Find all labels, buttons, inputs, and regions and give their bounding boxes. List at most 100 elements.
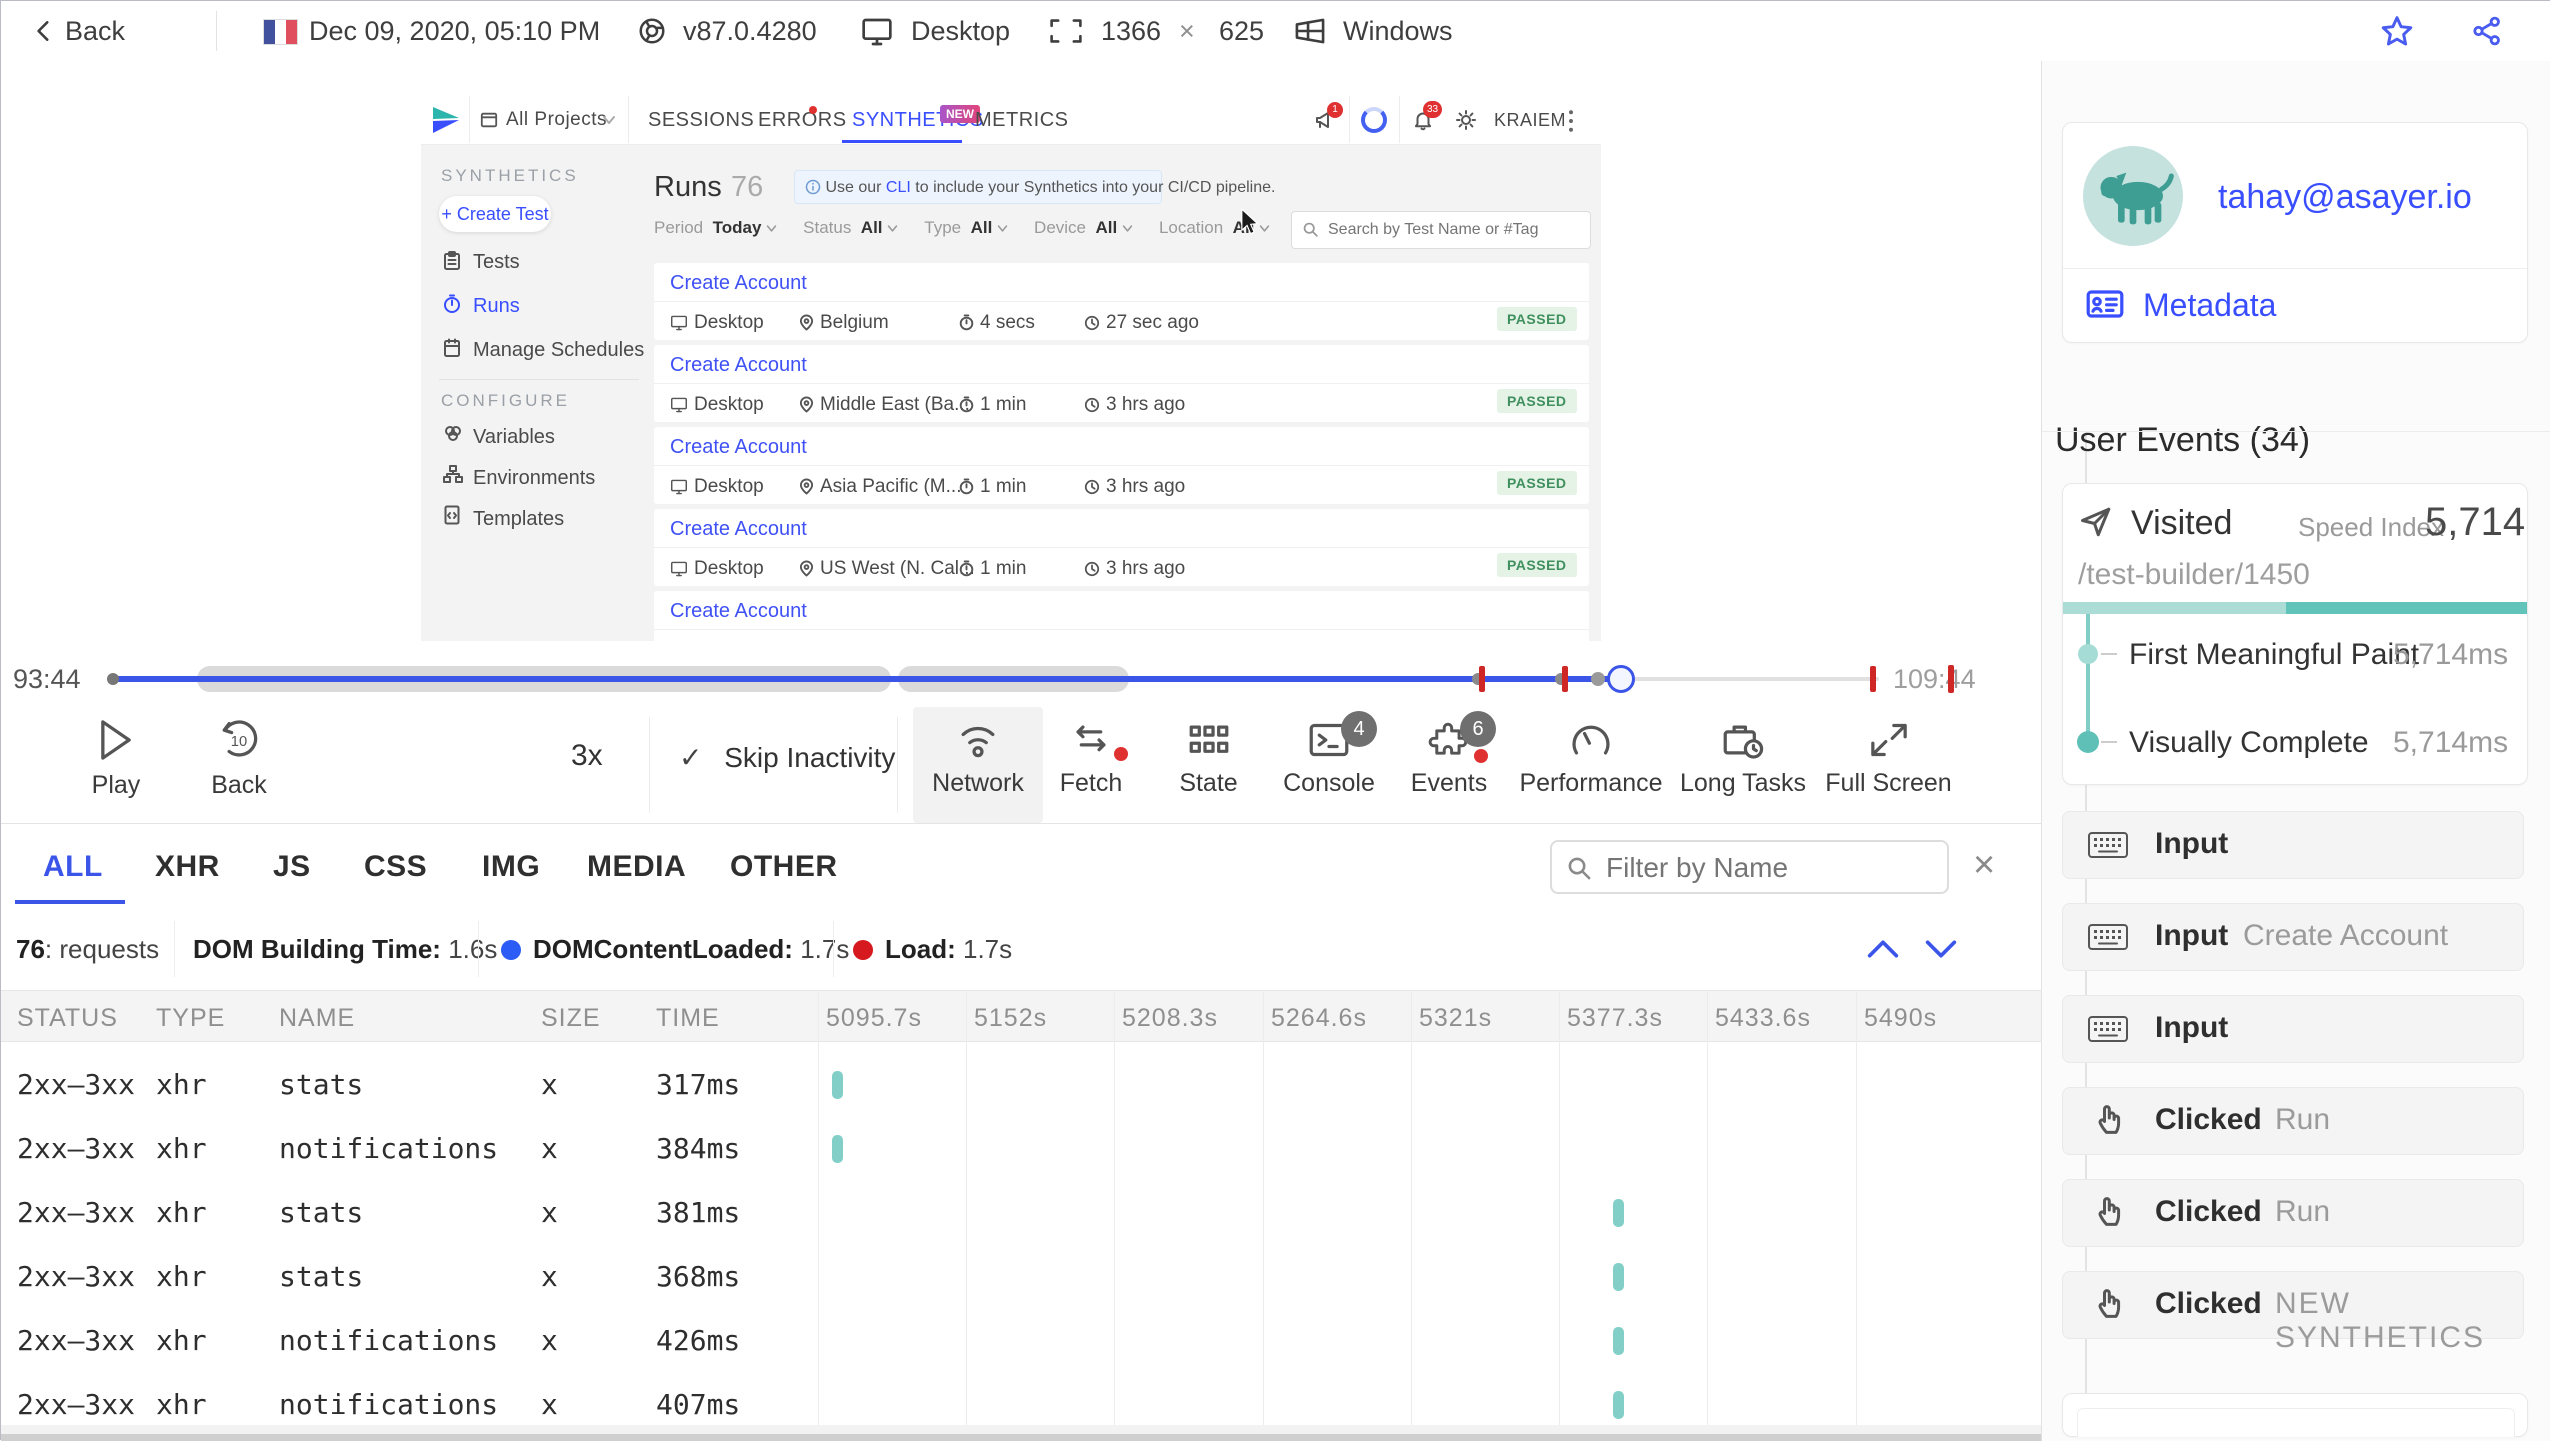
test-search-box[interactable]	[1291, 211, 1591, 249]
project-selector[interactable]: All Projects	[469, 96, 629, 143]
tab-metrics[interactable]: METRICS	[975, 96, 1069, 144]
back-10s-button[interactable]: 10 Back	[199, 717, 279, 800]
load-time: Load: 1.7s	[885, 934, 1013, 964]
run-test-name[interactable]: Create Account	[654, 427, 1589, 459]
jump-down-icon[interactable]	[1921, 933, 1961, 965]
close-panel-icon[interactable]: ×	[1973, 844, 1995, 887]
playback-timeline[interactable]: 93:44 109:44	[1, 651, 2041, 707]
filter-status[interactable]: Status All	[803, 218, 898, 238]
req-name: stats	[279, 1260, 364, 1293]
network-request-row[interactable]: 2xx–3xx xhr stats x 368ms	[1, 1245, 2041, 1309]
user-email-link[interactable]: tahay@asayer.io	[2218, 178, 2472, 217]
play-button[interactable]: Play	[81, 717, 151, 800]
panel-button-fetch[interactable]: Fetch	[1036, 719, 1146, 798]
req-size: x	[541, 1132, 558, 1165]
run-card[interactable]: Create Account Desktop Middle East (Ba..…	[654, 345, 1589, 422]
net-tab-all[interactable]: ALL	[43, 850, 103, 884]
event-item-clicked[interactable]: Clicked NEW SYNTHETICS	[2062, 1271, 2524, 1354]
panel-button-network[interactable]: Network	[913, 707, 1043, 823]
event-item-input[interactable]: Input	[2062, 811, 2524, 879]
more-options-icon[interactable]	[1567, 109, 1575, 133]
sidebar-item-variables[interactable]: Variables	[473, 426, 555, 449]
run-test-name[interactable]: Create Account	[654, 345, 1589, 377]
sidebar-item-manage-schedules[interactable]: Manage Schedules	[473, 339, 644, 362]
skip-inactivity-toggle[interactable]: ✓ Skip Inactivity	[679, 741, 895, 774]
network-filter-box[interactable]	[1550, 840, 1949, 894]
panel-button-console[interactable]: 4 Console	[1269, 711, 1389, 798]
net-tab-css[interactable]: CSS	[364, 850, 427, 884]
issue-marker[interactable]	[1479, 666, 1485, 692]
run-test-name[interactable]: Create Account	[654, 509, 1589, 541]
back-chevron-icon[interactable]	[31, 18, 57, 44]
run-card[interactable]: Create Account Desktop Belgium 4 secs 27…	[654, 263, 1589, 340]
animal-avatar-icon	[2100, 172, 2174, 225]
notifications-bell-icon[interactable]: 33	[1411, 101, 1442, 132]
metric-connector	[2086, 614, 2090, 742]
filter-period[interactable]: Period Today	[654, 218, 777, 238]
sidebar-item-tests[interactable]: Tests	[473, 251, 520, 274]
visited-event-card[interactable]: Visited Speed Index 5,714 /test-builder/…	[2062, 483, 2528, 785]
net-tab-other[interactable]: OTHER	[730, 850, 838, 884]
col-size: SIZE	[541, 1004, 601, 1032]
run-test-name[interactable]: Create Account	[654, 591, 1589, 623]
issue-marker[interactable]	[1870, 666, 1876, 692]
filter-type[interactable]: Type All	[924, 218, 1008, 238]
net-tab-img[interactable]: IMG	[482, 850, 540, 884]
run-card[interactable]: Create Account Desktop Asia Pacific (M..…	[654, 427, 1589, 504]
event-marker-dot[interactable]	[1591, 672, 1605, 686]
keyboard-icon	[2088, 832, 2128, 858]
panel-button-state[interactable]: State	[1156, 719, 1261, 798]
full-screen-icon	[1870, 723, 1907, 757]
net-tab-js[interactable]: JS	[273, 850, 311, 884]
req-status: 2xx–3xx	[17, 1196, 136, 1229]
announcements-icon[interactable]: 1	[1313, 102, 1343, 132]
jump-up-icon[interactable]	[1863, 933, 1903, 965]
event-item-clicked[interactable]: Clicked Run	[2062, 1179, 2524, 1247]
click-hand-icon	[2098, 1105, 2121, 1134]
tab-sessions[interactable]: SESSIONS	[648, 96, 754, 144]
full-screen-button[interactable]: Full Screen	[1816, 719, 1961, 798]
run-card[interactable]: Create Account Desktop US West (N. Cal..…	[654, 509, 1589, 586]
network-request-row[interactable]: 2xx–3xx xhr stats x 381ms	[1, 1181, 2041, 1245]
network-request-row[interactable]: 2xx–3xx xhr notifications x 426ms	[1, 1309, 2041, 1373]
net-tab-xhr[interactable]: XHR	[155, 850, 220, 884]
metadata-button[interactable]: Metadata	[2143, 287, 2276, 324]
request-waterfall-mark	[1613, 1327, 1624, 1355]
back-button[interactable]: Back	[65, 1, 125, 61]
network-table-header: STATUS TYPE NAME SIZE TIME 5095.7s 5152s…	[1, 990, 2041, 1042]
filter-device[interactable]: Device All	[1034, 218, 1133, 238]
event-item-clicked[interactable]: Clicked Run	[2062, 1087, 2524, 1155]
event-item-input[interactable]: Input	[2062, 995, 2524, 1063]
banner-cli-link[interactable]: CLI	[886, 179, 911, 196]
run-device: Desktop	[670, 558, 764, 580]
event-item-input[interactable]: Input Create Account	[2062, 903, 2524, 971]
panel-button-long-tasks[interactable]: Long Tasks	[1673, 719, 1813, 798]
sidebar-item-environments[interactable]: Environments	[473, 467, 595, 490]
playhead-handle[interactable]	[1607, 665, 1635, 693]
sidebar-item-runs[interactable]: Runs	[473, 295, 520, 318]
req-time: 381ms	[656, 1196, 741, 1229]
network-panel: ALL XHR JS CSS IMG MEDIA OTHER × 76: req…	[1, 823, 2041, 1426]
fmp-value: 5,714ms	[2393, 638, 2509, 671]
test-search-input[interactable]	[1326, 215, 1580, 245]
sidebar-item-templates[interactable]: Templates	[473, 508, 564, 531]
fetch-alert-dot	[1114, 747, 1128, 761]
settings-gear-icon[interactable]	[1454, 108, 1478, 132]
run-card[interactable]: Create Account	[654, 591, 1589, 641]
network-request-row[interactable]: 2xx–3xx xhr stats x 317ms	[1, 1053, 2041, 1117]
create-test-button[interactable]: + Create Test	[439, 196, 551, 232]
network-request-row[interactable]: 2xx–3xx xhr notifications x 384ms	[1, 1117, 2041, 1181]
panel-button-performance[interactable]: Performance	[1511, 719, 1671, 798]
issue-marker[interactable]	[1562, 666, 1568, 692]
favorite-star-icon[interactable]	[2379, 14, 2415, 48]
manage-schedules-icon	[443, 338, 461, 358]
speed-toggle[interactable]: 3x	[571, 739, 603, 773]
share-icon[interactable]	[2469, 14, 2505, 48]
run-test-name[interactable]: Create Account	[654, 263, 1589, 295]
network-filter-input[interactable]	[1604, 848, 1938, 888]
net-tab-media[interactable]: MEDIA	[587, 850, 686, 884]
panel-button-events[interactable]: 6 Events	[1394, 711, 1504, 798]
user-menu[interactable]: KRAIEM	[1494, 96, 1566, 144]
tab-errors[interactable]: ERRORS	[758, 96, 847, 144]
runs-filter-bar: Period Today Status All Type All Device …	[654, 218, 1270, 238]
